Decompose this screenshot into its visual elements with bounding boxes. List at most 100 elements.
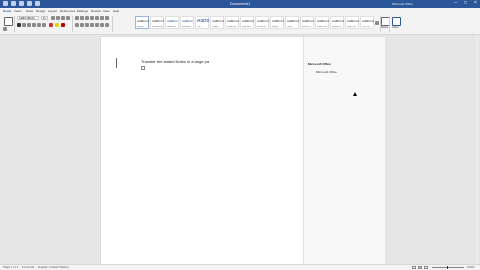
maximize-button[interactable]: □ bbox=[463, 1, 468, 6]
style-preview: AaBbCcDd bbox=[317, 19, 329, 23]
paste-options-icon[interactable] bbox=[141, 66, 145, 70]
style-preview: AaBbCcDd bbox=[137, 19, 149, 23]
editor-label: Editor bbox=[392, 26, 399, 29]
style-normal[interactable]: AaBbCcDd Normal bbox=[135, 16, 149, 29]
cut-icon[interactable] bbox=[3, 27, 7, 31]
editor-button[interactable]: Editor bbox=[390, 16, 401, 32]
style-label: Heading 1 bbox=[167, 26, 177, 28]
user-name[interactable]: Microsoft Office bbox=[392, 1, 413, 7]
style-preview: AaBbCcDd bbox=[272, 19, 284, 23]
group-divider bbox=[112, 16, 113, 32]
style-intense-quote[interactable]: AaBbCcDd Intense Q... bbox=[300, 16, 314, 29]
shrink-font-icon[interactable] bbox=[56, 16, 60, 20]
superscript-icon[interactable] bbox=[42, 23, 46, 27]
decrease-indent-icon[interactable] bbox=[90, 16, 94, 20]
style-subtle-emphasis[interactable]: AaBbCcDd Subtle Em... bbox=[225, 16, 239, 29]
read-mode-icon[interactable] bbox=[412, 266, 416, 269]
style-label: Heading 2 bbox=[182, 26, 192, 28]
comment-author: Microsoft Office bbox=[308, 62, 331, 66]
style-book-title[interactable]: AaBbCcDd Book Title bbox=[345, 16, 359, 29]
page-count[interactable]: Page 1 of 1 bbox=[3, 265, 18, 270]
style-label: No Spacing bbox=[152, 26, 163, 28]
align-right-icon[interactable] bbox=[85, 23, 89, 27]
line-spacing-icon[interactable] bbox=[95, 23, 99, 27]
style-intense-emphasis[interactable]: AaBbCcDd Intense E... bbox=[255, 16, 269, 29]
style-preview: AaBbCcDd bbox=[257, 19, 269, 23]
font-color-icon[interactable] bbox=[61, 23, 65, 27]
style-emphasis[interactable]: AaBbCcDd Emphasis bbox=[240, 16, 254, 29]
status-bar: Page 1 of 1 10 words English (United Sta… bbox=[0, 264, 480, 270]
style-subtitle[interactable]: AaBbCcD Subtitle bbox=[210, 16, 224, 29]
highlight-icon[interactable] bbox=[55, 23, 59, 27]
style-label: Subtle Ref... bbox=[317, 26, 329, 28]
comment-text[interactable]: Microsoft Office bbox=[316, 70, 337, 74]
subscript-icon[interactable] bbox=[37, 23, 41, 27]
sort-icon[interactable] bbox=[100, 16, 104, 20]
style-preview: AaBbCcDd bbox=[332, 19, 344, 23]
style-label: Subtitle bbox=[212, 26, 219, 28]
change-bar bbox=[116, 58, 117, 68]
show-formatting-icon[interactable] bbox=[105, 16, 109, 20]
clear-formatting-icon[interactable] bbox=[66, 16, 70, 20]
style-preview: AaBbCcDd bbox=[242, 19, 254, 23]
style-heading-2[interactable]: AaBbCc Heading 2 bbox=[180, 16, 194, 29]
zoom-level[interactable]: 100% bbox=[467, 265, 475, 270]
style-subtle-reference[interactable]: AaBbCcDd Subtle Ref... bbox=[315, 16, 329, 29]
shading-icon[interactable] bbox=[100, 23, 104, 27]
zoom-slider-thumb[interactable] bbox=[447, 266, 448, 269]
close-button[interactable]: × bbox=[473, 1, 478, 6]
style-strong[interactable]: AaBbCcDd Strong bbox=[270, 16, 284, 29]
style-label: Quote bbox=[287, 26, 293, 28]
style-list-paragraph[interactable]: AaBbCcDd List Para... bbox=[360, 16, 374, 29]
style-heading-1[interactable]: AaBbCc Heading 1 bbox=[165, 16, 179, 29]
style-intense-reference[interactable]: AaBbCcDd Intense R... bbox=[330, 16, 344, 29]
document-text[interactable]: Transfer the stated Notes in a large pa bbox=[141, 59, 209, 64]
zoom-slider[interactable] bbox=[432, 267, 464, 268]
font-size-dropdown[interactable]: 11 bbox=[41, 16, 48, 20]
minimize-button[interactable]: – bbox=[453, 1, 458, 6]
increase-indent-icon[interactable] bbox=[95, 16, 99, 20]
style-label: Book Title bbox=[347, 26, 356, 28]
style-preview: AaBbC bbox=[197, 19, 209, 24]
text-effects-icon[interactable] bbox=[49, 23, 53, 27]
style-label: Intense R... bbox=[332, 26, 343, 28]
justify-icon[interactable] bbox=[90, 23, 94, 27]
borders-icon[interactable] bbox=[105, 23, 109, 27]
proofing-language[interactable]: English (United States) bbox=[38, 265, 69, 270]
style-no-spacing[interactable]: AaBbCcDd No Spacing bbox=[150, 16, 164, 29]
vertical-scrollbar[interactable] bbox=[475, 35, 479, 264]
style-label: Strong bbox=[272, 26, 278, 28]
style-label: Intense Q... bbox=[302, 26, 313, 28]
style-preview: AaBbCcDd bbox=[347, 19, 359, 23]
strikethrough-icon[interactable] bbox=[32, 23, 36, 27]
change-case-icon[interactable] bbox=[61, 16, 65, 20]
style-quote[interactable]: AaBbCcDd Quote bbox=[285, 16, 299, 29]
align-center-icon[interactable] bbox=[80, 23, 84, 27]
web-layout-icon[interactable] bbox=[424, 266, 428, 269]
style-preview: AaBbCcDd bbox=[287, 19, 299, 23]
style-preview: AaBbCcDd bbox=[362, 19, 374, 23]
group-divider bbox=[14, 16, 15, 32]
align-left-icon[interactable] bbox=[75, 23, 79, 27]
font-name-dropdown[interactable]: Calibri (Body) bbox=[17, 16, 39, 20]
document-page[interactable]: Transfer the stated Notes in a large pa … bbox=[101, 37, 385, 266]
style-preview: AaBbCcDd bbox=[152, 19, 164, 23]
group-divider bbox=[72, 16, 73, 32]
grow-font-icon[interactable] bbox=[51, 16, 55, 20]
markup-pane: Microsoft Office Microsoft Office bbox=[303, 37, 385, 266]
print-layout-icon[interactable] bbox=[418, 266, 422, 269]
bullets-icon[interactable] bbox=[75, 16, 79, 20]
multilevel-list-icon[interactable] bbox=[85, 16, 89, 20]
style-preview: AaBbCcD bbox=[212, 19, 224, 23]
style-label: Title bbox=[197, 26, 201, 28]
italic-icon[interactable] bbox=[22, 23, 26, 27]
word-count[interactable]: 10 words bbox=[22, 265, 34, 270]
underline-icon[interactable] bbox=[27, 23, 31, 27]
bold-icon[interactable] bbox=[17, 23, 21, 27]
ribbon: Calibri (Body) 11 AaBbCcDd Normal AaBbCcD… bbox=[0, 14, 480, 35]
numbering-icon[interactable] bbox=[80, 16, 84, 20]
title-bar: Document1 Microsoft Office – □ × bbox=[0, 0, 480, 8]
style-preview: AaBbCcDd bbox=[302, 19, 314, 23]
style-label: Intense E... bbox=[257, 26, 268, 28]
style-title[interactable]: AaBbC Title bbox=[195, 16, 209, 29]
